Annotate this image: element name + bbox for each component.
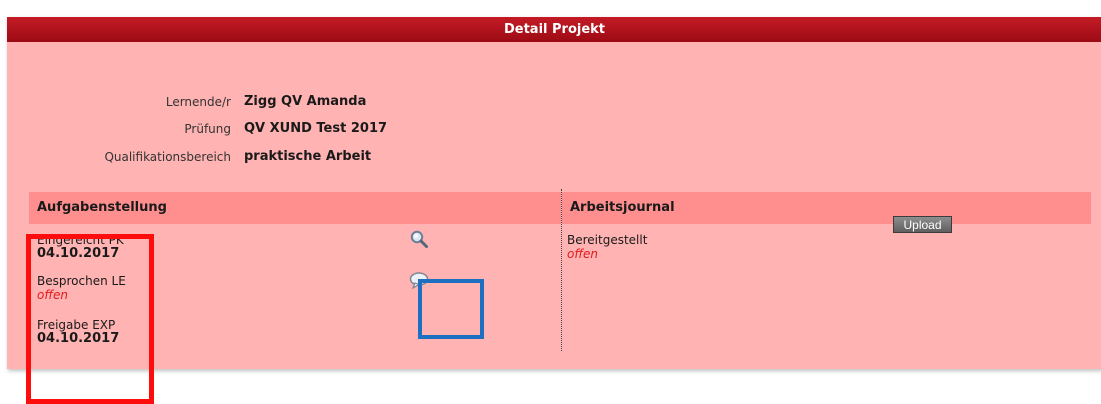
pruefung-label: Prüfung <box>184 122 231 136</box>
lernende-label: Lernende/r <box>165 95 231 109</box>
column-divider <box>561 189 562 351</box>
magnifier-icon[interactable] <box>410 230 428 248</box>
detail-project-panel: Detail Projekt Lernende/r Zigg QV Amanda… <box>7 17 1101 369</box>
lernende-value: Zigg QV Amanda <box>244 94 367 109</box>
panel-title: Detail Projekt <box>7 17 1101 42</box>
upload-button[interactable]: Upload <box>893 216 952 233</box>
pruefung-value: QV XUND Test 2017 <box>244 121 388 136</box>
list-item-bereitgestellt: Bereitgestellt offen <box>567 233 647 261</box>
aufgabenstellung-header: Aufgabenstellung <box>29 192 561 224</box>
red-annotation-box <box>26 234 154 404</box>
blue-annotation-box <box>418 279 484 339</box>
bereich-label: Qualifikationsbereich <box>104 150 231 164</box>
bereich-value: praktische Arbeit <box>244 149 372 164</box>
bereitgestellt-status: offen <box>567 247 598 261</box>
bereitgestellt-label: Bereitgestellt <box>567 233 648 247</box>
arbeitsjournal-header: Arbeitsjournal <box>562 192 1091 224</box>
